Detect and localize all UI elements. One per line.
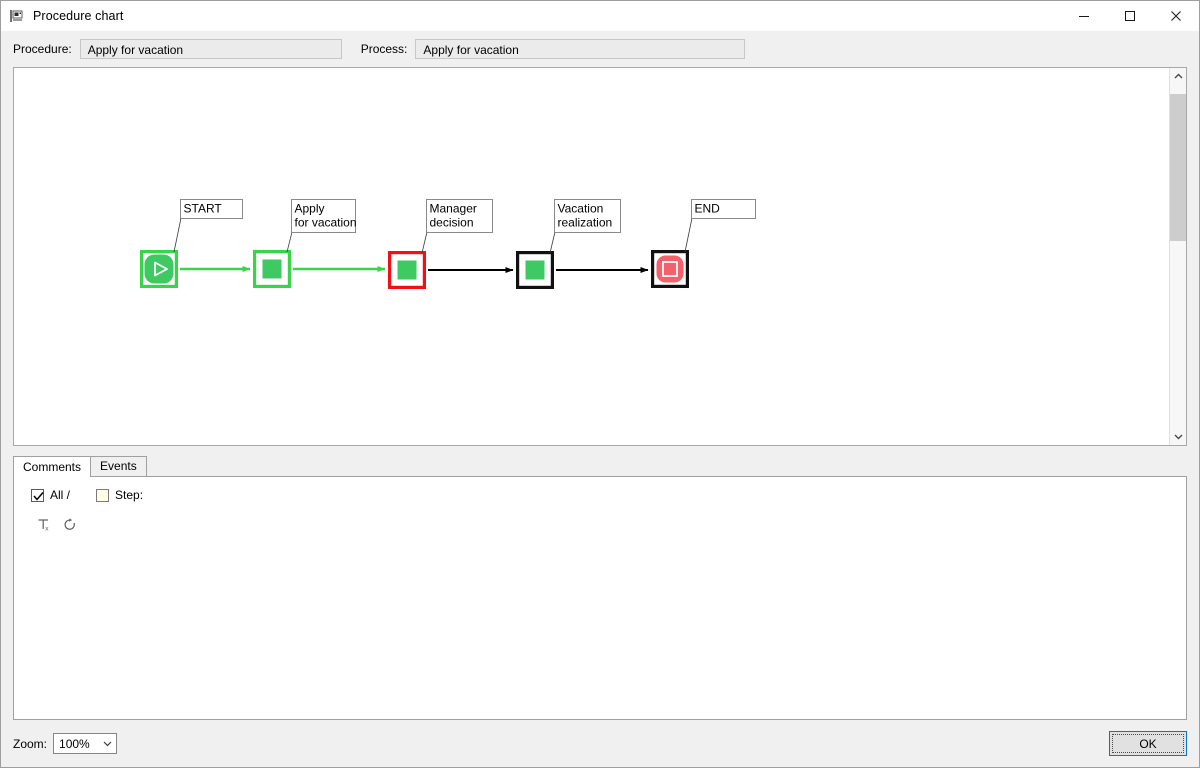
diagram-canvas[interactable]: START Apply for vacation Manager decision Vac… [14,68,1169,445]
title-bar: Procedure chart [1,1,1199,31]
clear-text-icon: x [38,519,49,532]
step-checkbox-box[interactable] [96,488,110,502]
chevron-down-icon [103,741,112,747]
window-title: Procedure chart [33,9,124,23]
svg-text:for vacation: for vacation [295,216,357,230]
node-label-manager-decision: Managerdecision [421,199,493,254]
checkmark-icon [33,491,44,501]
procedure-chart-window: Procedure chart Procedure: Apply for vac… [0,0,1200,768]
all-checkbox-label: All / [50,488,71,502]
scroll-up-button[interactable] [1170,68,1186,85]
maximize-icon [1125,11,1135,21]
zoom-dropdown-caret[interactable] [99,740,116,747]
all-checkbox-box[interactable] [31,488,44,502]
close-button[interactable] [1153,1,1199,31]
comments-toolbar: x [14,515,1186,535]
procedure-flow-diagram: START Applyfor vacation Managerdecision Vac… [139,199,756,290]
minimize-icon [1079,16,1089,17]
lower-tab-strip: Comments Events [13,456,1187,477]
close-icon [1171,11,1181,21]
tab-comments[interactable]: Comments [13,456,92,477]
ok-button[interactable]: OK [1109,731,1187,756]
svg-text:Manager: Manager [430,202,477,216]
header-fields: Procedure: Apply for vacation Process: A… [1,31,1199,67]
node-label-end: END [684,199,756,253]
step-checkbox-label: Step: [115,488,144,502]
clear-text-button[interactable]: x [34,516,54,534]
filter-row: All / Step: [14,477,1186,504]
scroll-down-button[interactable] [1170,428,1186,445]
all-checkbox[interactable]: All / [31,488,70,502]
svg-text:Apply: Apply [295,202,325,216]
node-apply-for-vacation[interactable] [253,250,292,289]
svg-text:realization: realization [558,216,613,230]
svg-text:Vacation: Vacation [558,202,604,216]
procedure-label: Procedure: [13,42,72,56]
svg-text:END: END [695,202,721,216]
node-manager-decision[interactable] [388,251,427,290]
diagram-vertical-scrollbar[interactable] [1169,68,1186,445]
footer-bar: Zoom: 100% OK [1,720,1199,767]
maximize-button[interactable] [1107,1,1153,31]
process-field[interactable]: Apply for vacation [415,39,746,59]
node-vacation-realization[interactable] [516,251,555,290]
refresh-button[interactable] [60,516,80,534]
scrollbar-track[interactable] [1170,85,1186,428]
process-label: Process: [360,42,408,56]
svg-text:x: x [45,525,49,532]
scrollbar-thumb[interactable] [1170,93,1186,242]
node-label-start: START [173,199,243,253]
window-controls [1061,1,1199,31]
procedure-field[interactable]: Apply for vacation [79,39,342,59]
minimize-button[interactable] [1061,1,1107,31]
zoom-label: Zoom: [13,736,48,751]
tab-events[interactable]: Events [90,456,147,476]
chevron-down-icon [1174,434,1182,440]
diagram-node-labels: START Applyfor vacation Managerdecision Vac… [173,199,756,254]
refresh-icon [64,518,75,530]
svg-text:START: START [184,202,223,216]
step-checkbox[interactable]: Step: [96,488,143,502]
comments-panel: All / Step: x [13,476,1187,720]
ok-button-label: OK [1139,736,1157,751]
zoom-select[interactable]: 100% [53,733,118,754]
svg-text:decision: decision [430,216,474,230]
node-label-vacation-realization: Vacationrealization [549,199,621,254]
chevron-up-icon [1174,73,1182,79]
node-label-apply-for-vacation: Applyfor vacation [286,199,357,253]
procedure-chart-icon [10,8,26,24]
diagram-panel: START Apply for vacation Manager decision Vac… [13,67,1187,446]
node-start[interactable] [139,250,178,289]
node-end[interactable] [650,250,689,289]
zoom-value: 100% [59,736,90,751]
